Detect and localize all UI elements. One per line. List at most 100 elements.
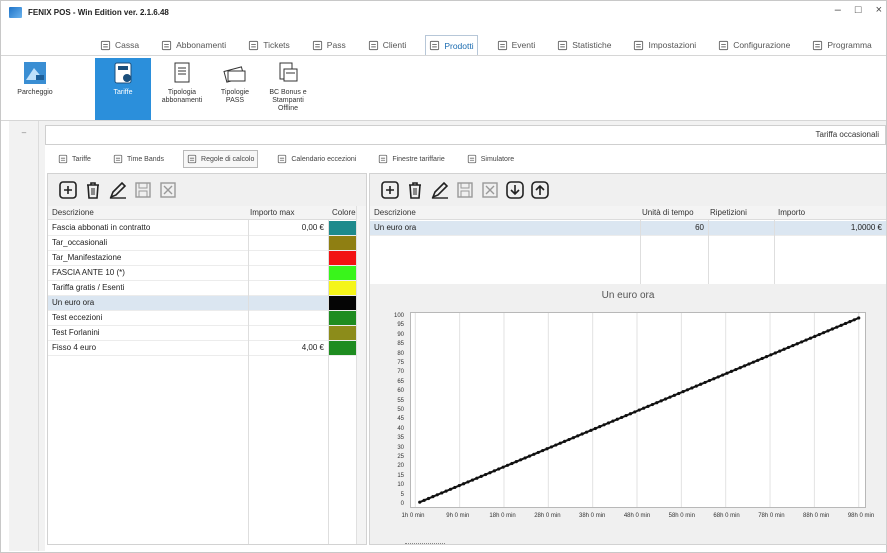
tipologia-abbonamenti-button[interactable]: Tipologia abbonamenti [157, 58, 207, 120]
y-tick-label: 55 [397, 397, 404, 404]
series-point [549, 445, 554, 449]
ribbon-tab-statistiche[interactable]: Statistiche [554, 35, 614, 55]
y-tick-label: 35 [397, 435, 404, 442]
table-row[interactable]: Un euro ora [48, 296, 356, 311]
table-row[interactable]: Tar_Manifestazione [48, 251, 356, 266]
tab-regole-di-calcolo[interactable]: Regole di calcolo [183, 150, 259, 168]
move-down-button[interactable] [505, 180, 525, 200]
series-point [620, 415, 624, 420]
collapse-button[interactable]: – [9, 125, 39, 141]
printer-offline-icon [279, 62, 298, 82]
series-point [606, 421, 611, 425]
table-row[interactable]: Fisso 4 euro 4,00 € [48, 341, 356, 356]
bc-bonus-button[interactable]: BC Bonus e Stampanti Offline [263, 58, 313, 120]
series-point [628, 412, 633, 416]
tab-label: Finestre tariffarie [392, 155, 445, 163]
series-point [637, 408, 641, 412]
table-row[interactable]: FASCIA ANTE 10 (*) [48, 266, 356, 281]
table-row[interactable]: Tariffa gratis / Esenti [48, 281, 356, 296]
ribbon-tab-clienti[interactable]: Clienti [365, 35, 410, 55]
series-point [791, 343, 795, 348]
tariffe-button[interactable]: Tariffe [95, 58, 151, 120]
rules-list-panel: Descrizione Importo max Colore Fascia ab… [47, 173, 367, 545]
tariffe-label: Tariffe [113, 89, 133, 96]
cancel-step-button[interactable] [480, 180, 500, 200]
table-row[interactable]: Test eccezioni [48, 311, 356, 326]
col-importo-max[interactable]: Importo max [250, 208, 294, 217]
move-up-button[interactable] [530, 180, 550, 200]
col-descrizione[interactable]: Descrizione [374, 208, 416, 217]
col-unita-tempo[interactable]: Unità di tempo [642, 208, 694, 217]
table-row[interactable]: Test Forlanini [48, 326, 356, 341]
save-step-button[interactable] [455, 180, 475, 200]
edit-step-button[interactable] [430, 180, 450, 200]
table-row[interactable]: Fascia abbonati in contratto 0,00 € [48, 221, 356, 236]
series-point [729, 369, 733, 373]
ribbon-tab-tickets[interactable]: Tickets [245, 35, 293, 55]
series-point [813, 334, 817, 338]
col-importo[interactable]: Importo [778, 208, 805, 217]
settings-icon [634, 40, 644, 50]
rule-description: Tar_occasionali [52, 238, 108, 247]
minimize-button[interactable]: – [835, 4, 841, 16]
ribbon-tab-eventi[interactable]: Eventi [494, 35, 539, 55]
cash-register-icon [100, 40, 111, 50]
rule-color-swatch [329, 251, 356, 265]
series-point [707, 379, 712, 383]
ribbon-tab-label: Clienti [382, 40, 407, 50]
y-tick-label: 95 [397, 322, 404, 329]
ribbon-tab-label: Prodotti [444, 40, 474, 51]
y-tick-label: 90 [397, 331, 404, 338]
tab-simulatore[interactable]: Simulatore [464, 150, 517, 168]
ribbon-tab-abbonamenti[interactable]: Abbonamenti [158, 35, 229, 55]
delete-step-button[interactable] [405, 180, 425, 200]
main-area: – Tariffa occasionali Tariffe Time Bands R… [9, 121, 887, 551]
cancel-rule-button[interactable] [158, 180, 178, 200]
edit-rule-button[interactable] [108, 180, 128, 200]
add-rule-button[interactable] [58, 180, 78, 200]
series-point [563, 439, 567, 443]
tab-finestre-tariffarie[interactable]: Finestre tariffarie [375, 150, 447, 168]
trash-icon [409, 182, 421, 199]
tab-time-bands[interactable]: Time Bands [110, 150, 167, 168]
title-bar: FENIX POS - Win Edition ver. 2.1.6.48 – … [1, 1, 886, 23]
ribbon-tab-programma[interactable]: Programma [809, 35, 874, 55]
rules-scrollbar[interactable] [356, 206, 366, 544]
series-point [519, 458, 523, 462]
col-separator [708, 220, 709, 284]
ribbon-tab-impostazioni[interactable]: Impostazioni [630, 35, 699, 55]
add-step-button[interactable] [380, 180, 400, 200]
tab-tariffe[interactable]: Tariffe [55, 150, 94, 168]
parcheggio-button[interactable]: Parcheggio [15, 58, 55, 120]
ribbon-tab-prodotti[interactable]: Prodotti [425, 35, 478, 55]
ribbon-tab-cassa[interactable]: Cassa [97, 35, 142, 55]
tab-label: Simulatore [480, 155, 515, 163]
x-tick-label: 78h 0 min [758, 513, 785, 519]
bc-bonus-label: BC Bonus e Stampanti Offline [269, 89, 307, 112]
step-description: Un euro ora [374, 223, 417, 232]
tipologia-abbonamenti-label: Tipologia abbonamenti [161, 89, 203, 104]
col-ripetizioni[interactable]: Ripetizioni [710, 208, 747, 217]
ribbon-tab-pass[interactable]: Pass [309, 35, 349, 55]
y-tick-label: 100 [393, 313, 404, 319]
col-descrizione[interactable]: Descrizione [52, 208, 94, 217]
y-tick-label: 0 [400, 501, 404, 507]
save-rule-button[interactable] [133, 180, 153, 200]
resize-grip[interactable] [405, 543, 445, 547]
tipologie-pass-button[interactable]: Tipologie PASS [211, 58, 259, 120]
rule-description: Tar_Manifestazione [52, 253, 122, 262]
y-tick-label: 65 [397, 378, 404, 385]
col-colore[interactable]: Colore [332, 208, 356, 217]
y-tick-label: 25 [397, 454, 404, 460]
table-row[interactable]: Un euro ora 60 1,0000 € [370, 221, 886, 236]
series-point [633, 410, 637, 414]
ribbon-tab-configurazione[interactable]: Configurazione [715, 35, 793, 55]
table-row[interactable]: Tar_occasionali [48, 236, 356, 251]
tab-calendario-eccezioni[interactable]: Calendario eccezioni [274, 150, 359, 168]
maximize-button[interactable]: □ [855, 4, 862, 16]
content-area: Tariffa occasionali Tariffe Time Bands Reg… [45, 125, 887, 551]
close-button[interactable]: × [876, 4, 882, 16]
series-point [444, 489, 448, 493]
delete-rule-button[interactable] [83, 180, 103, 200]
series-point [760, 356, 764, 361]
